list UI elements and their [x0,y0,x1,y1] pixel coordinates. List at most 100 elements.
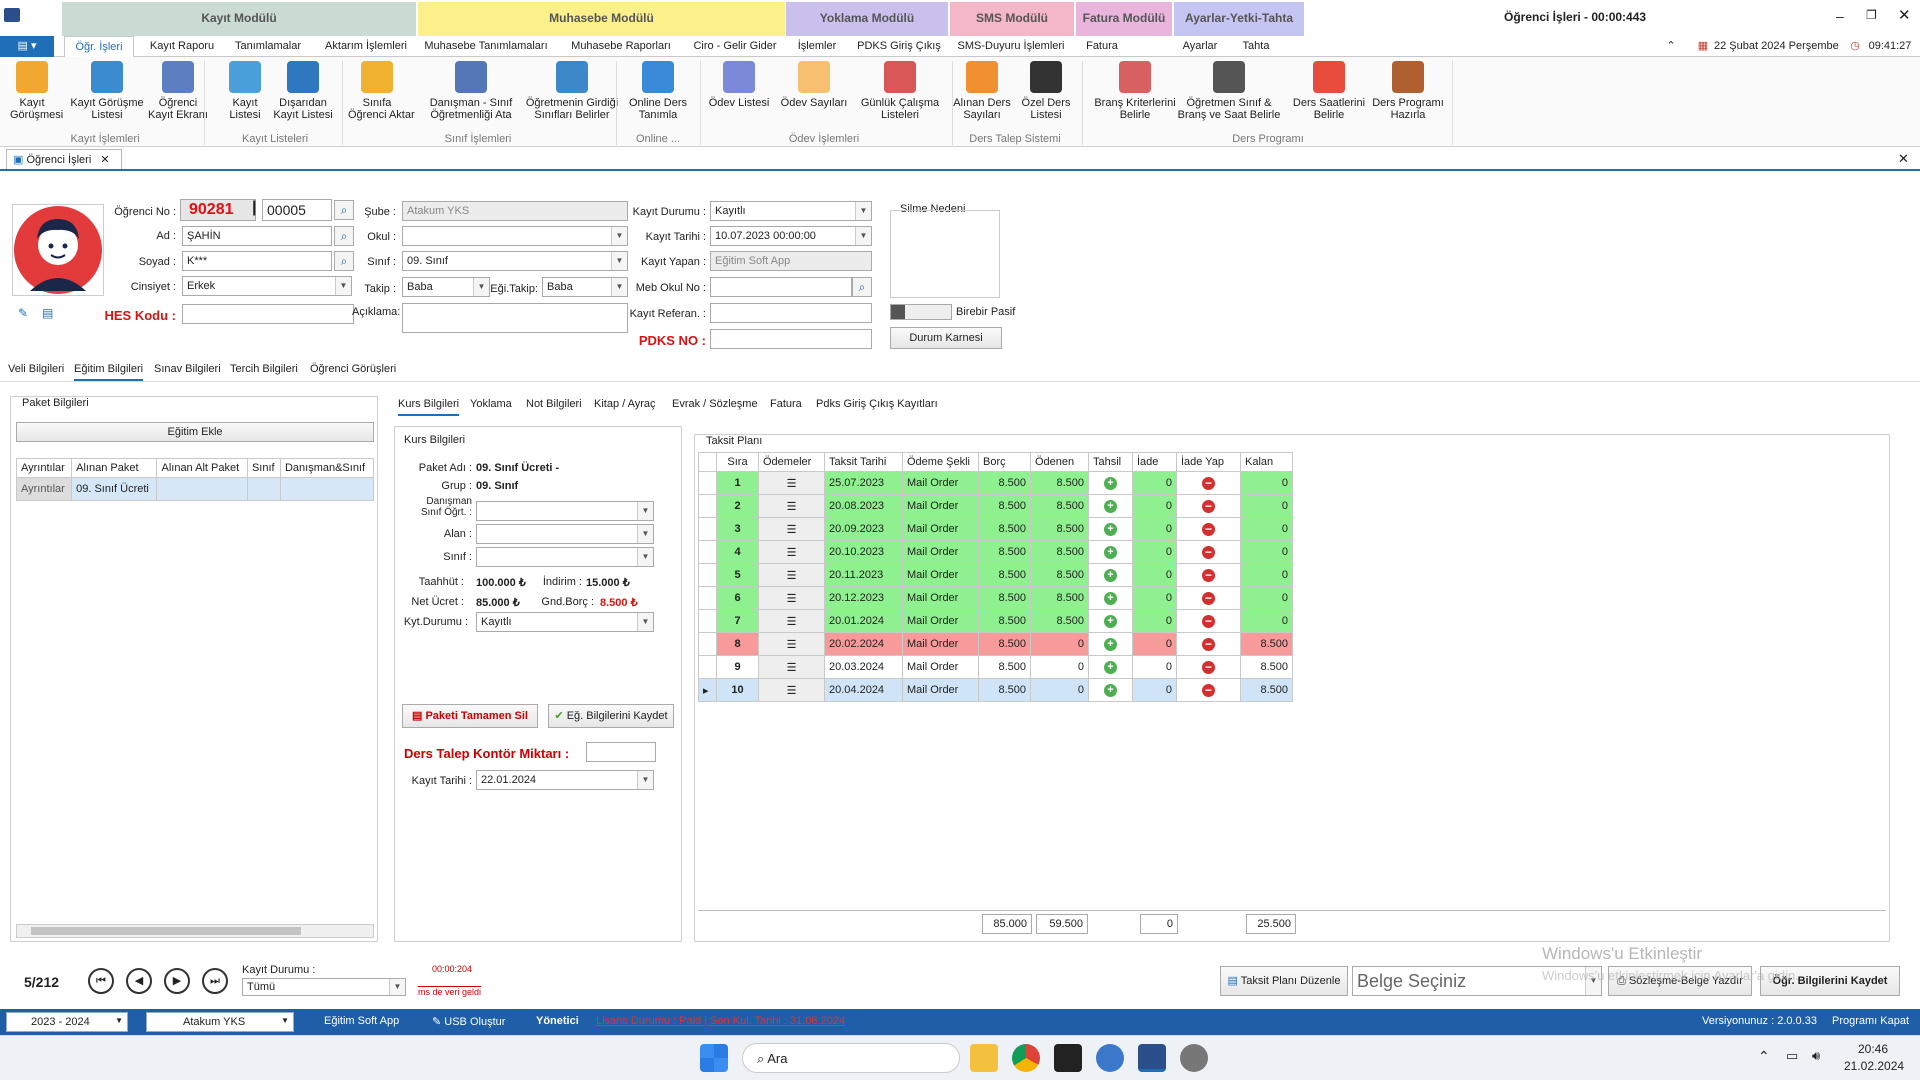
danisman-select[interactable]: ▼ [476,501,654,521]
col-iade[interactable]: İade [1132,452,1177,472]
iade-yap-icon[interactable]: − [1176,517,1241,541]
ribbon-button-16[interactable]: Öğretmen Sınıf & Branş ve Saat Belirle [1176,61,1282,121]
cinsiyet-select[interactable]: Erkek ▼ [182,276,352,296]
tab-not[interactable]: Not Bilgileri [526,398,582,410]
ribbon-button-12[interactable]: Günlük Çalışma Listeleri [860,61,940,121]
ribbon-button-5[interactable]: Dışarıdan Kayıt Listesi [272,61,334,121]
iade-yap-icon[interactable]: − [1176,494,1241,518]
doc-tab-close-icon[interactable]: ✕ [100,154,109,166]
terminal-icon[interactable] [1054,1044,1082,1072]
odemeler-button[interactable]: ☰ [758,494,825,518]
ribbon-button-11[interactable]: Ödev Sayıları [778,61,850,109]
tahsil-icon[interactable]: + [1088,494,1133,518]
tahsil-icon[interactable]: + [1088,609,1133,633]
tab-pdks[interactable]: PDKS Giriş Çıkış [856,36,942,57]
kayit-durumu-select[interactable]: Kayıtlı ▼ [710,201,872,221]
usb-button[interactable]: ✎ USB Oluştur [432,1015,505,1028]
tab-sinav[interactable]: Sınav Bilgileri [154,363,221,375]
odemeler-button[interactable]: ☰ [758,517,825,541]
tab-kitap[interactable]: Kitap / Ayraç [594,398,656,410]
takip-select[interactable]: Baba ▼ [402,277,490,297]
tab-pdks-kayit[interactable]: Pdks Giriş Çıkış Kayıtları [816,398,938,410]
col-iade-yap[interactable]: İade Yap [1176,452,1241,472]
meb-field[interactable] [710,277,852,297]
col-odenen[interactable]: Ödenen [1030,452,1089,472]
file-explorer-icon[interactable] [970,1044,998,1072]
odemeler-button[interactable]: ☰ [758,609,825,633]
odemeler-button[interactable]: ☰ [758,632,825,656]
table-row[interactable]: 5 ☰ 20.11.2023 Mail Order 8.500 8.500 +0−0 [698,563,1293,587]
ribbon-button-18[interactable]: Ders Programı Hazırla [1370,61,1446,121]
ribbon-button-4[interactable]: Kayıt Listesi [226,61,264,121]
last-record-icon[interactable]: ⏭ [202,968,228,994]
table-row[interactable]: 9 ☰ 20.03.2024 Mail Order 8.500 0 +0−8.500 [698,655,1293,679]
col-sira[interactable]: Sıra [716,452,759,472]
ribbon-button-2[interactable]: Kayıt Görüşme Listesi [70,61,144,121]
restore-icon[interactable]: ❐ [1866,8,1877,22]
pdks-field[interactable] [710,329,872,349]
tahsil-icon[interactable]: + [1088,678,1133,702]
module-yoklama[interactable]: Yoklama Modülü [786,2,948,36]
windows-start-icon[interactable] [700,1044,728,1072]
ribbon-button-3[interactable]: Öğrenci Kayıt Ekranı [148,61,208,121]
first-record-icon[interactable]: ⏮ [88,968,114,994]
okul-select[interactable]: ▼ [402,226,628,246]
tab-aktarim[interactable]: Aktarım İşlemleri [318,36,414,57]
ribbon-button-17[interactable]: Ders Saatlerini Belirle [1290,61,1368,121]
tab-tanimlamalar[interactable]: Tanımlamalar [230,36,306,57]
iade-yap-icon[interactable]: − [1176,632,1241,656]
active-app-icon[interactable] [1138,1044,1166,1072]
tahsil-icon[interactable]: + [1088,632,1133,656]
col-tahsil[interactable]: Tahsil [1088,452,1133,472]
silme-nedeni-box[interactable] [890,210,1000,298]
birebir-pasif-toggle[interactable] [890,304,952,320]
table-row[interactable]: Ayrıntılar 09. Sınıf Ücreti [15,477,375,501]
referan-field[interactable] [710,303,872,323]
tab-fatura[interactable]: Fatura [1080,36,1124,57]
ad-search-icon[interactable]: ⌕ [334,226,354,246]
app-menu-button[interactable]: ▤ ▾ [0,36,54,57]
module-fatura[interactable]: Fatura Modülü [1076,2,1172,36]
durum-karnesi-button[interactable]: Durum Karnesi [890,327,1002,349]
col-alinan-paket[interactable]: Alınan Paket [71,458,158,478]
col-ayrintilar[interactable]: Ayrıntılar [15,458,73,478]
footer-kayit-durumu-select[interactable]: Tümü ▼ [242,978,406,996]
tab-ogr-isleri[interactable]: Öğr. İşleri [64,36,134,57]
ribbon-button-7[interactable]: Danışman - Sınıf Öğretmenliği Ata [426,61,516,121]
col-sinif[interactable]: Sınıf [246,458,281,478]
col-borc[interactable]: Borç [978,452,1031,472]
ribbon-button-9[interactable]: Online Ders Tanımla [626,61,690,121]
egi-takip-select[interactable]: Baba ▼ [542,277,628,297]
photo-edit-icon[interactable]: ✎ [18,306,28,320]
odemeler-button[interactable]: ☰ [758,678,825,702]
tahsil-icon[interactable]: + [1088,586,1133,610]
ogrenci-no-search-icon[interactable]: ⌕ [334,200,354,220]
taskbar-search[interactable]: ⌕ Ara [742,1043,960,1073]
tab-ayarlar[interactable]: Ayarlar [1178,36,1222,57]
prev-record-icon[interactable]: ◀ [126,968,152,994]
odemeler-button[interactable]: ☰ [758,586,825,610]
ribbon-button-1[interactable]: Kayıt Görüşmesi [10,61,63,121]
meb-search-icon[interactable]: ⌕ [852,277,872,297]
col-alt-paket[interactable]: Alınan Alt Paket [156,458,248,478]
odemeler-button[interactable]: ☰ [758,655,825,679]
tab-tahta[interactable]: Tahta [1236,36,1276,57]
volume-icon[interactable]: 🔊︎ [1812,1048,1820,1064]
odemeler-button[interactable]: ☰ [758,563,825,587]
minimize-icon[interactable]: – [1836,8,1844,24]
kurs-sinif-select[interactable]: ▼ [476,547,654,567]
kontor-field[interactable] [586,742,656,762]
iade-yap-icon[interactable]: − [1176,586,1241,610]
kyt-durumu-select[interactable]: Kayıtlı ▼ [476,612,654,632]
tahsil-icon[interactable]: + [1088,563,1133,587]
iade-yap-icon[interactable]: − [1176,540,1241,564]
tahsil-icon[interactable]: + [1088,655,1133,679]
network-icon[interactable]: ▭ [1786,1048,1798,1064]
iade-yap-icon[interactable]: − [1176,655,1241,679]
table-row[interactable]: 2 ☰ 20.08.2023 Mail Order 8.500 8.500 +0−0 [698,494,1293,518]
kurs-kayit-tarihi-field[interactable]: 22.01.2024 ▼ [476,770,654,790]
ribbon-button-13[interactable]: Alınan Ders Sayıları [950,61,1014,121]
iade-yap-icon[interactable]: − [1176,609,1241,633]
egitim-kaydet-button[interactable]: ✔ Eğ. Bilgilerini Kaydet [548,704,674,728]
kayit-tarihi-field[interactable]: 10.07.2023 00:00:00 ▼ [710,226,872,246]
